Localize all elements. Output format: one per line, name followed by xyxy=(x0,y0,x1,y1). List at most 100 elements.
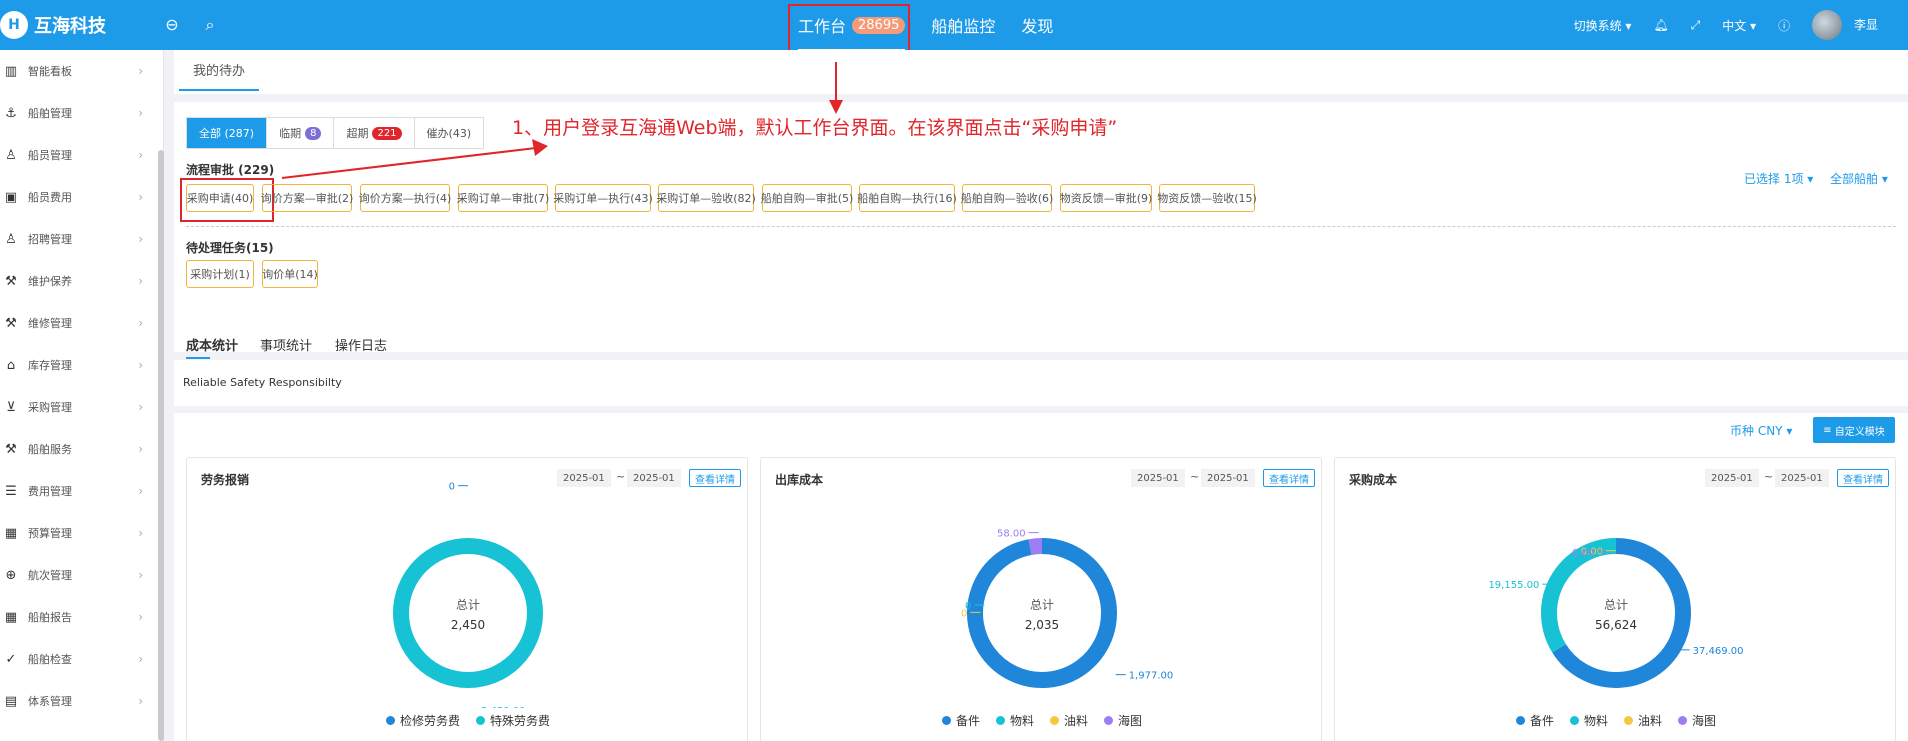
chevron-right-icon: › xyxy=(138,148,143,162)
donut-chart: 37,469.0019,155.000.000.00总计56,624 xyxy=(1488,538,1744,688)
legend-item[interactable]: 特殊劳务费 xyxy=(476,712,550,729)
wallet-icon: ▣ xyxy=(4,189,18,205)
chevron-right-icon: › xyxy=(138,610,143,624)
logo-icon: H xyxy=(0,11,28,39)
sidebar-item[interactable]: ▦ 船舶报告 › xyxy=(0,596,163,638)
sidebar-item-label: 预算管理 xyxy=(28,527,72,540)
todo-chip[interactable]: 采购订单—执行(43) xyxy=(553,184,653,212)
sidebar-item[interactable]: ♙ 船员管理 › xyxy=(0,134,163,176)
legend-item[interactable]: 油料 xyxy=(1624,712,1662,729)
legend-item[interactable]: 备件 xyxy=(1515,712,1554,729)
nav-ship-monitor[interactable]: 船舶监控 xyxy=(931,13,995,37)
chevron-right-icon: › xyxy=(138,232,143,246)
chart-legend: 备件 物料 油料 海图 xyxy=(761,712,1323,729)
tab-my-todo[interactable]: 我的待办 xyxy=(179,60,260,91)
legend-label: 油料 xyxy=(1638,714,1663,728)
sidebar-item[interactable]: ▥ 智能看板 › xyxy=(0,50,163,92)
sidebar-item-label: 船舶服务 xyxy=(28,443,72,456)
user-menu[interactable]: 李显 xyxy=(1812,10,1878,40)
nav-discover[interactable]: 发现 xyxy=(1021,13,1053,37)
todo-chip[interactable]: 物资反馈—验收(15) xyxy=(1157,184,1257,212)
user-icon: ♙ xyxy=(5,147,17,163)
filter-overdue[interactable]: 超期 221 xyxy=(334,118,415,148)
donut-chart: 0 2,450.00 总计 2,450 xyxy=(393,482,543,708)
filter-near-due[interactable]: 临期 8 xyxy=(267,118,335,148)
all-ships-filter[interactable]: 全部船舶 ▾ xyxy=(1830,170,1888,187)
legend-item[interactable]: 备件 xyxy=(941,712,980,729)
chart-card: 采购成本 2025-01 ~2025-01 查看详情 37,469.00 19,155.0… xyxy=(1334,457,1896,741)
legend-item[interactable]: 检修劳务费 xyxy=(385,712,460,729)
currency-label: 币种 CNY xyxy=(1730,424,1783,438)
donut-total-label: 总计 xyxy=(456,598,480,612)
todo-chip[interactable]: 采购订单—验收(82) xyxy=(656,184,756,212)
todo-chip[interactable]: 采购计划(1) xyxy=(186,260,254,288)
legend-item[interactable]: 物料 xyxy=(1569,712,1608,729)
cost-tab[interactable]: 事项统计 xyxy=(260,335,312,354)
todo-chip[interactable]: 采购订单—审批(7) xyxy=(457,184,549,212)
donut-slice[interactable] xyxy=(967,538,1117,688)
cost-tab-underline xyxy=(186,357,210,359)
sidebar-item[interactable]: ▤ 体系管理 › xyxy=(0,680,163,722)
todo-chip[interactable]: 采购申请(40) xyxy=(186,184,254,212)
legend-swatch xyxy=(385,716,395,725)
sidebar-item[interactable]: ⊕ 航次管理 › xyxy=(0,554,163,596)
legend-label: 检修劳务费 xyxy=(399,714,460,728)
legend-label: 物料 xyxy=(1009,714,1034,728)
legend-item[interactable]: 海图 xyxy=(1104,712,1142,729)
back-icon[interactable]: ⊖ xyxy=(162,15,182,35)
sidebar-item[interactable]: ▦ 预算管理 › xyxy=(0,512,163,554)
todo-chip[interactable]: 物资反馈—审批(9) xyxy=(1060,184,1152,212)
todo-chip[interactable]: 询价单(14) xyxy=(262,260,318,288)
legend-item[interactable]: 海图 xyxy=(1678,712,1716,729)
bell-icon[interactable]: 🔔︎ xyxy=(1653,18,1668,32)
sidebar-item-label: 维护保养 xyxy=(28,275,72,288)
fullscreen-icon[interactable]: ⤢ xyxy=(1691,18,1701,33)
sidebar-item-label: 航次管理 xyxy=(28,569,72,582)
sidebar-item[interactable]: ⊻ 采购管理 › xyxy=(0,386,163,428)
check-circle-icon: ✓ xyxy=(5,651,17,667)
sidebar-item[interactable]: ⚒ 船舶服务 › xyxy=(0,428,163,470)
donut-slice[interactable] xyxy=(393,538,543,688)
sidebar-item[interactable]: ▣ 船员费用 › xyxy=(0,176,163,218)
sidebar-item[interactable]: ⚒ 维修管理 › xyxy=(0,302,163,344)
filter-all[interactable]: 全部 (287) xyxy=(187,118,268,148)
sidebar-item[interactable]: ⚒ 维护保养 › xyxy=(0,260,163,302)
todo-chip[interactable]: 船舶自购—执行(16) xyxy=(857,184,957,212)
sidebar-item[interactable]: ♙ 招聘管理 › xyxy=(0,218,163,260)
filter-urge[interactable]: 催办(43) xyxy=(415,118,484,148)
chart-legend: 备件 物料 油料 海图 xyxy=(1335,712,1897,729)
legend-item[interactable]: 物料 xyxy=(995,712,1034,729)
currency-select[interactable]: 币种 CNY ▾ xyxy=(1730,422,1792,439)
pending-tasks-title: 待处理任务(15) xyxy=(186,241,274,255)
sidebar-scrollbar[interactable] xyxy=(158,150,164,741)
slice-value-label: 2,450.00 xyxy=(481,706,526,708)
language-menu[interactable]: 中文 ▾ xyxy=(1722,17,1756,34)
switch-system-menu[interactable]: 切换系统 ▾ xyxy=(1574,17,1632,34)
slice-value-label: 37,469.00 xyxy=(1693,646,1744,657)
cost-tab[interactable]: 成本统计 xyxy=(186,335,238,354)
help-icon[interactable]: ⓘ xyxy=(1778,17,1790,34)
chevron-right-icon: › xyxy=(138,442,143,456)
todo-chip[interactable]: 询价方案—执行(4) xyxy=(359,184,451,212)
sidebar-item[interactable]: ☰ 费用管理 › xyxy=(0,470,163,512)
sidebar-item[interactable]: ⚓ 船舶管理 › xyxy=(0,92,163,134)
todo-chip[interactable]: 询价方案—审批(2) xyxy=(261,184,353,212)
donut-total-value: 2,450 xyxy=(451,618,485,632)
donut-total-value: 56,624 xyxy=(1595,618,1637,632)
donut-total-value: 2,035 xyxy=(1025,618,1059,632)
donut-slice[interactable] xyxy=(1028,538,1043,555)
sidebar-item[interactable]: ⌂ 库存管理 › xyxy=(0,344,163,386)
sidebar-item-label: 体系管理 xyxy=(28,695,72,708)
todo-chip[interactable]: 船舶自购—验收(6) xyxy=(961,184,1053,212)
app-logo[interactable]: H 互海科技 xyxy=(0,10,106,40)
sidebar-item[interactable]: ✓ 船舶检查 › xyxy=(0,638,163,680)
custom-module-button[interactable]: ≡ 自定义模块 xyxy=(1813,417,1895,443)
search-icon[interactable]: ⌕ xyxy=(200,15,220,35)
legend-swatch xyxy=(1515,716,1525,725)
selected-filter[interactable]: 已选择 1项 ▾ xyxy=(1744,170,1813,187)
donut-chart: 1,977.000058.00总计2,035 xyxy=(961,529,1173,688)
chevron-right-icon: › xyxy=(138,190,143,204)
cost-tab[interactable]: 操作日志 xyxy=(335,335,387,354)
legend-item[interactable]: 油料 xyxy=(1050,712,1088,729)
todo-chip[interactable]: 船舶自购—审批(5) xyxy=(761,184,853,212)
